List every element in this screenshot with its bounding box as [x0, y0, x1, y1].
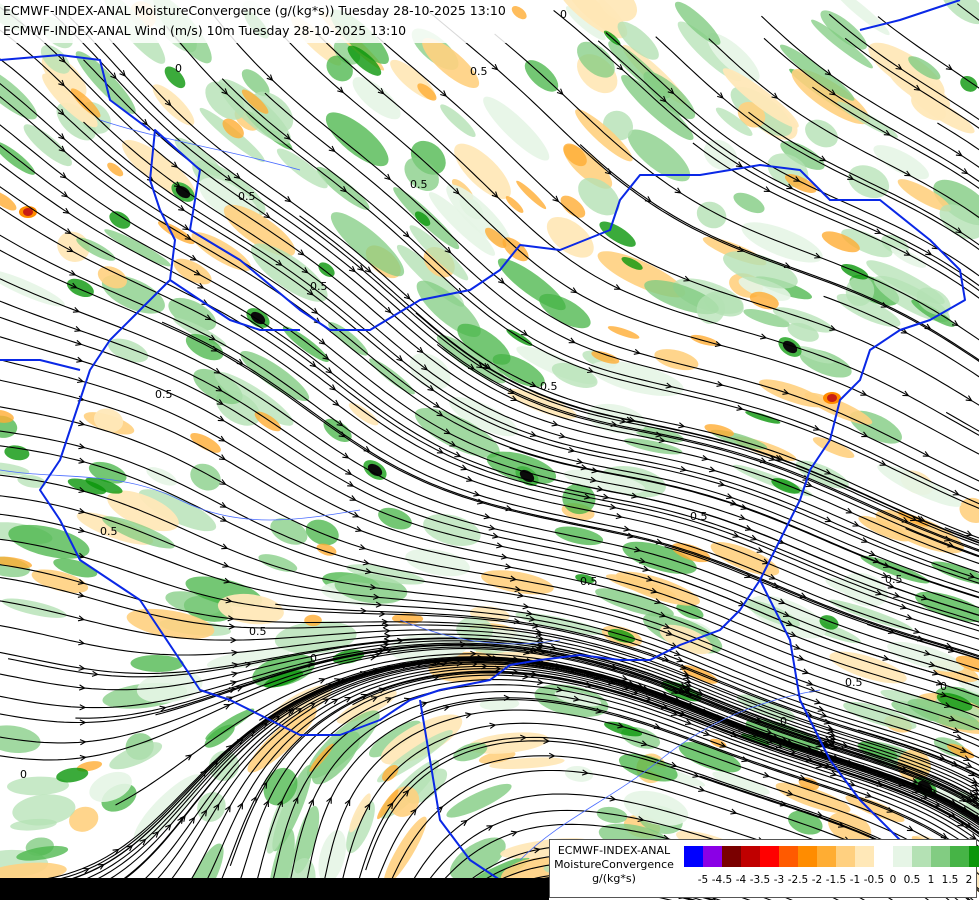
legend-swatch: [779, 846, 798, 867]
contour-label: 0.5: [155, 388, 173, 401]
legend-tick-label: 2: [965, 874, 973, 886]
legend-swatch: [741, 846, 760, 867]
legend-tick-label: 0.5: [903, 874, 921, 886]
legend-tick-label: -2: [811, 874, 823, 886]
contour-label: 0: [560, 8, 567, 21]
contour-label: 0.5: [238, 190, 256, 203]
legend-source: ECMWF-INDEX-ANAL: [557, 844, 671, 857]
bottom-strip: [0, 878, 549, 900]
legend-tick-labels: -5 -4.5 -4 -3.5 -3 -2.5 -2 -1.5 -1 -0.5 0 0.5 1 1.5 2: [684, 874, 974, 888]
contour-label: 0.5: [845, 676, 863, 689]
legend-tick-label: 0: [889, 874, 897, 886]
legend-tick-label: -5: [697, 874, 709, 886]
legend-swatch: [893, 846, 912, 867]
legend-swatch: [703, 846, 722, 867]
legend-tick-label: -4.5: [711, 874, 733, 886]
legend-tick-label: -3: [773, 874, 785, 886]
contour-label: 0.5: [410, 178, 428, 191]
legend-tick-label: -1: [849, 874, 861, 886]
contour-label: 0: [175, 62, 182, 75]
legend-tick-label: 1.5: [941, 874, 959, 886]
map-title-panel: ECMWF-INDEX-ANAL MoistureConvergence (g/…: [0, 0, 510, 43]
contour-label: 0.5: [885, 573, 903, 586]
legend-swatch: [874, 846, 893, 867]
contour-label: 0.5: [100, 525, 118, 538]
legend-variable: MoistureConvergence: [554, 858, 674, 871]
contour-label: 0.5: [580, 575, 598, 588]
legend-tick-label: -2.5: [787, 874, 809, 886]
contour-label: 0: [940, 680, 947, 693]
legend-tick-label: -4: [735, 874, 747, 886]
legend-tick-label: -1.5: [825, 874, 847, 886]
legend-tick-label: -3.5: [749, 874, 771, 886]
contour-label: 0: [310, 652, 317, 665]
divergence-max: [827, 394, 837, 402]
contour-label: 0.5: [249, 625, 267, 638]
legend-tick-label: -0.5: [863, 874, 885, 886]
contour-label: 0.5: [310, 280, 328, 293]
legend-swatch: [969, 846, 979, 867]
legend-swatch: [722, 846, 741, 867]
contour-label: 0: [780, 715, 787, 728]
legend-swatch: [760, 846, 779, 867]
contour-label: 0.5: [690, 510, 708, 523]
legend-swatches: [684, 846, 979, 867]
legend-swatch: [836, 846, 855, 867]
legend-swatch: [950, 846, 969, 867]
map-title-wind: ECMWF-INDEX-ANAL Wind (m/s) 10m Tuesday …: [3, 23, 407, 38]
weather-map: 0.50.50.50.50.50.50.50.50.50.50.50.50000…: [0, 0, 979, 900]
legend-swatch: [931, 846, 950, 867]
color-legend: ECMWF-INDEX-ANAL MoistureConvergence g/(…: [549, 839, 979, 898]
legend-title: ECMWF-INDEX-ANAL MoistureConvergence g/(…: [550, 844, 678, 886]
legend-swatch: [798, 846, 817, 867]
contour-label: 0.5: [540, 380, 558, 393]
legend-units: g/(kg*s): [592, 872, 636, 885]
legend-swatch: [817, 846, 836, 867]
map-title-moisture: ECMWF-INDEX-ANAL MoistureConvergence (g/…: [3, 3, 506, 18]
contour-label: 0: [20, 768, 27, 781]
legend-swatch: [912, 846, 931, 867]
contour-label: 0.5: [470, 65, 488, 78]
legend-tick-label: 1: [927, 874, 935, 886]
legend-swatch: [855, 846, 874, 867]
legend-swatch: [684, 846, 703, 867]
